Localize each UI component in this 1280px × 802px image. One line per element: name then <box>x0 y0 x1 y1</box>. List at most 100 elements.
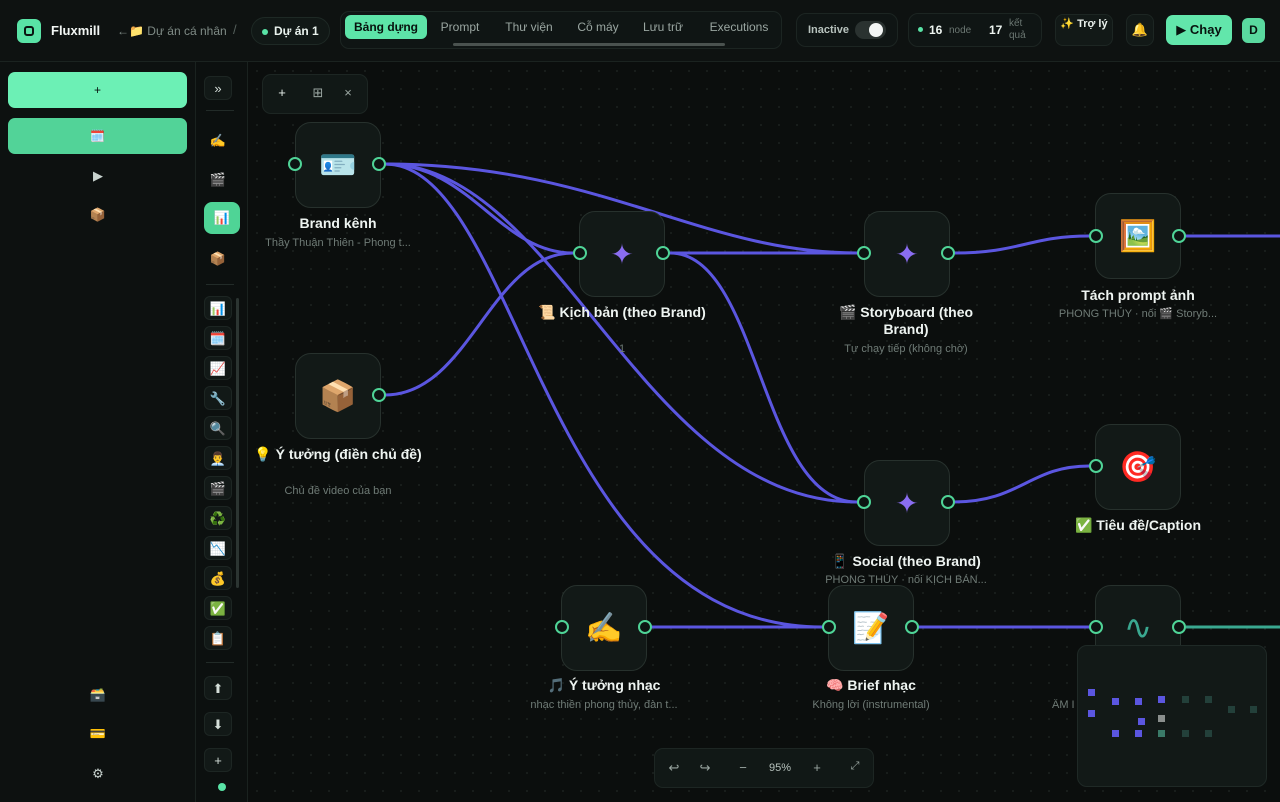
zoom-level: 95% <box>768 762 792 774</box>
close-icon[interactable]: × <box>338 85 358 100</box>
node-label: 🎵 Ý tưởng nhạc <box>547 677 661 693</box>
collapse-palette-icon[interactable]: » <box>204 76 232 100</box>
play-icon[interactable]: ▶ <box>88 168 108 184</box>
port-out[interactable] <box>656 246 670 260</box>
node-label: ✅ Tiêu đề/Caption <box>1074 517 1202 533</box>
node-social[interactable]: ✦ <box>864 460 950 546</box>
node-palette: » ✍️ 🎬 📊 📦 📊 🗓️ 📈 🔧 🔍 👨‍💼 🎬 ♻️ 📉 💰 ✅ 📋 ⬆… <box>196 62 248 802</box>
tab-luu-tru[interactable]: Lưu trữ <box>631 15 695 39</box>
node-storyboard[interactable]: ✦ <box>864 211 950 297</box>
palette-money-bag-icon[interactable]: 💰 <box>204 566 232 590</box>
breadcrumb-separator: / <box>233 22 237 37</box>
port-in[interactable] <box>857 495 871 509</box>
move-down-icon[interactable]: ⬇ <box>204 712 232 736</box>
palette-chart-icon[interactable]: 📊 <box>204 202 240 234</box>
palette-check-icon[interactable]: ✅ <box>204 596 232 620</box>
palette-recycle-icon[interactable]: ♻️ <box>204 506 232 530</box>
top-bar: Fluxmill ←📁 Dự án cá nhân / Dự án 1 Bảng… <box>0 0 1280 62</box>
node-label: 🧠 Brief nhạc <box>826 677 916 693</box>
minimap-node <box>1205 730 1212 737</box>
tab-executions[interactable]: Executions <box>699 15 779 39</box>
port-out[interactable] <box>1172 229 1186 243</box>
node-subtitle: Tự chạy tiếp (không chờ) <box>844 343 968 355</box>
zoom-in-icon[interactable]: + <box>807 760 827 775</box>
node-label: Tách prompt ảnh <box>1081 287 1195 303</box>
port-in[interactable] <box>822 620 836 634</box>
node-kich-ban[interactable]: ✦ <box>579 211 665 297</box>
palette-clipboard-icon[interactable]: 📋 <box>204 626 232 650</box>
node-label: 🎬 Storyboard (theo Brand) <box>838 304 974 337</box>
tab-bang-dung[interactable]: Bảng dựng <box>345 15 427 39</box>
notification-bell-icon[interactable]: 🔔 <box>1126 14 1154 46</box>
node-subtitle: PHONG THỦY · nối 🎬 Storyb... <box>1058 308 1218 320</box>
node-tieu-de-caption[interactable]: 🎯 <box>1095 424 1181 510</box>
tab-prompt[interactable]: Prompt <box>431 15 489 39</box>
node-label: 💡 Ý tưởng (điền chủ đề) <box>254 446 422 462</box>
palette-bar-chart-icon[interactable]: 📊 <box>204 296 232 320</box>
palette-calendar-icon[interactable]: 🗓️ <box>204 326 232 350</box>
port-out[interactable] <box>941 246 955 260</box>
port-out[interactable] <box>1172 620 1186 634</box>
palette-trend-down-icon[interactable]: 📉 <box>204 536 232 560</box>
node-brief-nhac[interactable]: 📝 <box>828 585 914 671</box>
app-logo-icon[interactable] <box>17 19 41 43</box>
assistant-button[interactable]: ✨ Trợ lý <box>1055 14 1113 46</box>
port-in[interactable] <box>555 620 569 634</box>
add-project-button[interactable]: + <box>8 72 187 108</box>
add-node-icon[interactable]: + <box>204 748 232 772</box>
port-in[interactable] <box>288 157 302 171</box>
move-up-icon[interactable]: ⬆ <box>204 676 232 700</box>
node-brand-kenh[interactable]: 🪪 <box>295 122 381 208</box>
add-icon[interactable]: + <box>272 85 292 100</box>
palette-clapper-icon[interactable]: 🎬 <box>204 168 232 192</box>
zoom-out-icon[interactable]: − <box>733 760 753 775</box>
minimap-node <box>1088 689 1095 696</box>
node-y-tuong-nhac[interactable]: ✍️ <box>561 585 647 671</box>
node-subtitle: PHONG THỦY · nối KỊCH BẢN... <box>825 574 987 586</box>
port-out[interactable] <box>638 620 652 634</box>
port-out[interactable] <box>905 620 919 634</box>
tabs-scrollbar[interactable] <box>453 43 725 46</box>
node-tach-prompt-anh[interactable]: 🖼️ <box>1095 193 1181 279</box>
port-in[interactable] <box>857 246 871 260</box>
palette-wrench-icon[interactable]: 🔧 <box>204 386 232 410</box>
run-button[interactable]: ▶ Chạy <box>1166 15 1232 45</box>
canvas-toolbar: + ⊞ × <box>262 74 368 114</box>
redo-icon[interactable]: ↪ <box>695 760 715 776</box>
palette-scrollbar[interactable] <box>236 298 239 588</box>
minimap-node <box>1112 698 1119 705</box>
fit-view-icon[interactable]: ⤢ <box>845 760 865 773</box>
breadcrumb-back-link[interactable]: ←📁 Dự án cá nhân <box>117 24 227 38</box>
tab-co-may[interactable]: Cỗ máy <box>567 15 629 39</box>
port-in[interactable] <box>1089 229 1103 243</box>
node-y-tuong[interactable]: 📦 <box>295 353 381 439</box>
user-avatar[interactable]: D <box>1242 18 1265 43</box>
minimap-node <box>1228 706 1235 713</box>
port-in[interactable] <box>1089 620 1103 634</box>
credit-card-icon[interactable]: 💳 <box>88 726 108 742</box>
project-selector[interactable]: Dự án 1 <box>251 17 330 45</box>
port-out[interactable] <box>372 157 386 171</box>
palette-search-icon[interactable]: 🔍 <box>204 416 232 440</box>
minimap-node <box>1112 730 1119 737</box>
archive-icon[interactable]: 🗃️ <box>88 687 108 703</box>
minimap-node <box>1205 696 1212 703</box>
minimap[interactable] <box>1077 645 1267 787</box>
port-in[interactable] <box>1089 459 1103 473</box>
grid-icon[interactable]: ⊞ <box>308 85 328 101</box>
minimap-node <box>1135 730 1142 737</box>
palette-writing-icon[interactable]: ✍️ <box>204 129 232 153</box>
palette-trend-up-icon[interactable]: 📈 <box>204 356 232 380</box>
palette-film-icon[interactable]: 🎬 <box>204 476 232 500</box>
port-out[interactable] <box>372 388 386 402</box>
palette-package-icon[interactable]: 📦 <box>204 247 232 271</box>
port-out[interactable] <box>941 495 955 509</box>
settings-gear-icon[interactable]: ⚙ <box>88 766 108 782</box>
active-toggle[interactable] <box>855 21 886 39</box>
port-in[interactable] <box>573 246 587 260</box>
palette-person-icon[interactable]: 👨‍💼 <box>204 446 232 470</box>
calendar-folder-button[interactable]: 🗓️ <box>8 118 187 154</box>
undo-icon[interactable]: ↩ <box>664 760 684 776</box>
tab-thu-vien[interactable]: Thư viện <box>495 15 563 39</box>
package-icon[interactable]: 📦 <box>88 207 108 223</box>
